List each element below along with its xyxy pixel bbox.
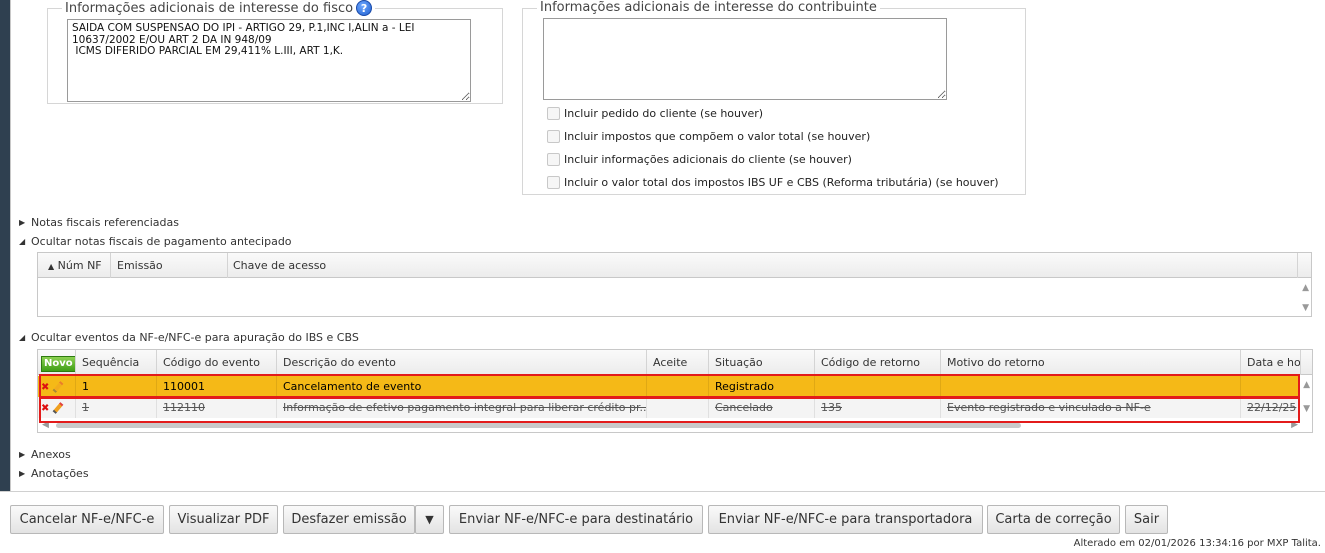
checkbox-label: Incluir pedido do cliente (se houver) — [564, 107, 764, 120]
checkbox-impostos-valor-total[interactable]: Incluir impostos que compõem o valor tot… — [547, 130, 870, 143]
scroll-up-icon[interactable]: ▲ — [1302, 283, 1309, 293]
checkbox-label: Incluir impostos que compõem o valor tot… — [564, 130, 871, 143]
checkbox[interactable] — [547, 130, 560, 143]
main-panel: Informações adicionais de interesse do f… — [10, 0, 1325, 491]
checkbox-label: Incluir informações adicionais do client… — [564, 153, 852, 166]
highlight-box-row-2 — [39, 397, 1300, 423]
caret-down-icon: ◢ — [19, 333, 26, 342]
column-codigo-evento[interactable]: Código do evento — [157, 350, 277, 375]
scroll-up-icon[interactable]: ▲ — [1303, 380, 1310, 390]
fisco-fieldset: Informações adicionais de interesse do f… — [47, 0, 503, 104]
enviar-destinatario-button[interactable]: Enviar NF-e/NFC-e para destinatário — [449, 505, 703, 534]
checkbox-label: Incluir o valor total dos impostos IBS U… — [564, 176, 999, 189]
column-motivo-retorno[interactable]: Motivo do retorno — [941, 350, 1241, 375]
section-eventos[interactable]: ◢ Ocultar eventos da NF-e/NFC-e para apu… — [19, 331, 359, 344]
checkbox[interactable] — [547, 176, 560, 189]
grid-header: ▲ Núm NF Emissão Chave de acesso — [38, 253, 1311, 278]
visualizar-pdf-button[interactable]: Visualizar PDF — [169, 505, 278, 534]
column-emissao[interactable]: Emissão — [111, 253, 228, 278]
caret-right-icon: ▶ — [19, 218, 26, 227]
fisco-legend: Informações adicionais de interesse do f… — [65, 0, 354, 16]
column-descricao[interactable]: Descrição do evento — [277, 350, 647, 375]
column-label: Núm NF — [57, 259, 102, 272]
checkbox[interactable] — [547, 107, 560, 120]
section-label: Anotações — [31, 467, 89, 480]
desfazer-emissao-button[interactable]: Desfazer emissão — [283, 505, 415, 534]
bottom-toolbar: Cancelar NF-e/NFC-e Visualizar PDF Desfa… — [0, 491, 1325, 553]
grid-header: Novo Sequência Código do evento Descriçã… — [38, 350, 1312, 375]
section-label: Anexos — [31, 448, 71, 461]
column-aceite[interactable]: Aceite — [647, 350, 709, 375]
section-label: Ocultar notas fiscais de pagamento antec… — [31, 235, 292, 248]
contribuinte-legend: Informações adicionais de interesse do c… — [540, 0, 877, 15]
column-sequencia[interactable]: Sequência — [76, 350, 157, 375]
last-modified-text: Alterado em 02/01/2026 13:34:16 por MXP … — [1073, 538, 1321, 549]
checkbox-info-adicionais-cliente[interactable]: Incluir informações adicionais do client… — [547, 153, 852, 166]
column-num-nf[interactable]: ▲ Núm NF — [38, 253, 111, 278]
section-anotacoes[interactable]: ▶ Anotações — [19, 467, 89, 480]
enviar-transportadora-button[interactable]: Enviar NF-e/NFC-e para transportadora — [708, 505, 983, 534]
section-label: Notas fiscais referenciadas — [31, 216, 179, 229]
cancelar-nfe-button[interactable]: Cancelar NF-e/NFC-e — [10, 505, 164, 534]
column-codigo-retorno[interactable]: Código de retorno — [815, 350, 941, 375]
scroll-down-icon[interactable]: ▼ — [1302, 303, 1309, 313]
desfazer-dropdown-button[interactable]: ▼ — [415, 505, 444, 534]
contribuinte-textarea[interactable] — [543, 18, 947, 100]
help-icon[interactable]: ? — [356, 0, 373, 16]
novo-cell: Novo — [38, 350, 76, 375]
column-chave-acesso[interactable]: Chave de acesso — [228, 253, 1298, 278]
section-label: Ocultar eventos da NF-e/NFC-e para apura… — [31, 331, 359, 344]
scroll-down-icon[interactable]: ▼ — [1303, 404, 1310, 414]
checkbox-ibs-cbs[interactable]: Incluir o valor total dos impostos IBS U… — [547, 176, 999, 189]
antecipado-grid: ▲ Núm NF Emissão Chave de acesso ▲ ▼ — [37, 252, 1312, 317]
caret-right-icon: ▶ — [19, 450, 26, 459]
section-pagamento-antecipado[interactable]: ◢ Ocultar notas fiscais de pagamento ant… — [19, 235, 292, 248]
caret-down-icon: ◢ — [19, 237, 26, 246]
column-situacao[interactable]: Situação — [709, 350, 815, 375]
fisco-textarea[interactable]: SAIDA COM SUSPENSAO DO IPI - ARTIGO 29, … — [67, 19, 471, 102]
checkbox[interactable] — [547, 153, 560, 166]
section-notas-referenciadas[interactable]: ▶ Notas fiscais referenciadas — [19, 216, 179, 229]
section-anexos[interactable]: ▶ Anexos — [19, 448, 71, 461]
horizontal-scrollbar[interactable] — [56, 423, 1021, 428]
novo-button[interactable]: Novo — [41, 356, 75, 372]
highlight-box-row-1 — [39, 374, 1300, 398]
sort-asc-icon: ▲ — [48, 262, 55, 271]
checkbox-pedido-cliente[interactable]: Incluir pedido do cliente (se houver) — [547, 107, 763, 120]
contribuinte-fieldset: Informações adicionais de interesse do c… — [522, 0, 1026, 195]
sair-button[interactable]: Sair — [1125, 505, 1168, 534]
caret-right-icon: ▶ — [19, 469, 26, 478]
carta-correcao-button[interactable]: Carta de correção — [987, 505, 1120, 534]
column-data-hora[interactable]: Data e ho — [1241, 350, 1301, 375]
